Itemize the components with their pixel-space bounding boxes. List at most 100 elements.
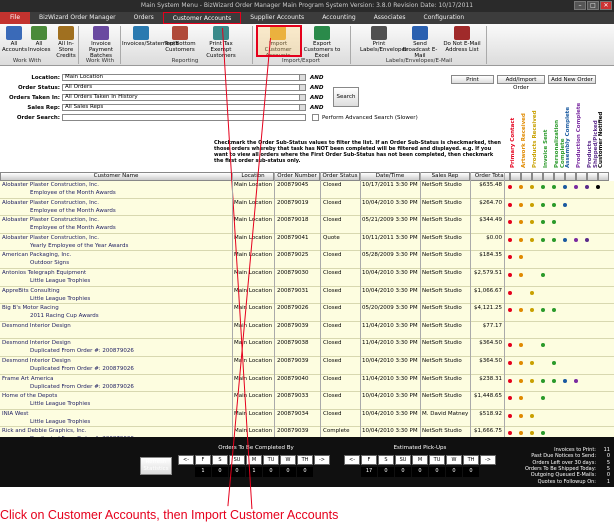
close-icon[interactable]: ✕ (600, 1, 612, 10)
menu-customer-accounts[interactable]: Customer Accounts (162, 12, 242, 24)
table-row[interactable]: Desmond Interior Design Main Location 2008… (0, 321, 614, 340)
day-button[interactable]: S (378, 455, 394, 465)
minimize-icon[interactable]: – (574, 1, 586, 10)
substatus-checkbox[interactable] (598, 172, 609, 181)
invoice-payment-batches-button[interactable]: Invoice Payment Batches (82, 26, 120, 59)
column-header-order-status[interactable]: Order Status (320, 172, 360, 181)
table-row[interactable]: Big B's Motor Racing 2011 Racing Cup Awar… (0, 304, 614, 322)
table-row[interactable]: Frame Art America Duplicated From Order #… (0, 374, 614, 393)
substatus-header[interactable]: Assembly Complete (565, 96, 571, 168)
table-row[interactable]: Alobaster Plaster Construction, Inc. Empl… (0, 198, 614, 217)
substatus-dot (585, 237, 589, 242)
all-invoices-button[interactable]: All Invoices (28, 26, 51, 53)
substatus-checkbox[interactable] (510, 172, 521, 181)
table-row[interactable]: Desmond Interior Design Duplicated From O… (0, 339, 614, 357)
cell-status: Closed (323, 252, 342, 259)
substatus-dot (519, 308, 523, 313)
substatus-header[interactable]: Production Complete (576, 96, 582, 168)
table-row[interactable]: INIA West Little League Trophies Main Loca… (0, 409, 614, 428)
day-button[interactable]: TU (263, 455, 279, 465)
add-new-order-button[interactable]: Add New Order (548, 75, 596, 84)
substatus-header[interactable]: Customer Notified (598, 96, 604, 168)
table-row[interactable]: Alobaster Plaster Construction, Inc. Empl… (0, 216, 614, 234)
print-labels-envelopes-button[interactable]: Print Labels/Envelopes (360, 26, 408, 53)
send-broadcast-e-mail-button[interactable]: Send Broadcast E-Mail (402, 26, 438, 59)
day-button[interactable]: S (212, 455, 228, 465)
print-button[interactable]: Print (451, 75, 494, 84)
invoices-statements-button[interactable]: Invoices/Statements (122, 26, 178, 47)
order-search-input[interactable] (62, 114, 306, 121)
table-row[interactable]: Rick and Debbie Graphics, Inc.Duplicated… (0, 427, 614, 437)
top-bottom-customers-button[interactable]: Top/Bottom Customers (162, 26, 198, 53)
day-button[interactable]: M (412, 455, 428, 465)
cell-rep: NetSoft Studio (422, 252, 462, 259)
column-header-sales-rep[interactable]: Sales Rep (420, 172, 470, 181)
day-button[interactable]: W (446, 455, 462, 465)
completed-title: Orders To Be Completed By (218, 445, 294, 451)
menu-file[interactable]: File (0, 12, 31, 24)
menu-supplier-accounts[interactable]: Supplier Accounts (241, 12, 313, 24)
add-import-order-button[interactable]: Add/Import Order (497, 75, 545, 91)
table-row[interactable]: Alobaster Plaster Construction, Inc. Year… (0, 233, 614, 252)
stat-value: 5 (606, 459, 610, 466)
ribbon-button-label: All Accounts (2, 41, 28, 53)
day-button[interactable]: TH (463, 455, 479, 465)
substatus-checkbox[interactable] (543, 172, 554, 181)
sales-rep-select[interactable]: All Sales Reps (62, 104, 306, 111)
substatus-checkbox[interactable] (587, 172, 598, 181)
substatus-header[interactable]: Products Received (532, 96, 538, 168)
substatus-header[interactable]: Artwork Received (521, 96, 527, 168)
cell-total: $238.31 (479, 375, 502, 382)
column-header-location[interactable]: Location (232, 172, 274, 181)
day-button[interactable]: -> (480, 455, 496, 465)
cell-num: 200879038 (277, 340, 309, 347)
column-header-order-number[interactable]: Order Number (274, 172, 320, 181)
column-header-date-time[interactable]: Date/Time (360, 172, 420, 181)
advanced-search-checkbox[interactable] (312, 114, 319, 121)
order-status-select[interactable]: All Orders (62, 84, 306, 91)
menu-bizwizard-order-manager[interactable]: BizWizard Order Manager (30, 12, 125, 24)
menu-configuration[interactable]: Configuration (415, 12, 474, 24)
substatus-header[interactable]: Invoice Sent (543, 96, 549, 168)
day-button[interactable]: SU (395, 455, 411, 465)
day-button[interactable]: <- (178, 455, 194, 465)
do-not-e-mail-address-list-button[interactable]: Do Not E-Mail Address List (440, 26, 484, 53)
day-button[interactable]: -> (314, 455, 330, 465)
table-row[interactable]: Home of the Depots Little League Trophies… (0, 392, 614, 410)
instruction-caption: Click on Customer Accounts, then Import … (0, 508, 339, 522)
menu-orders[interactable]: Orders (125, 12, 163, 24)
all-accounts-button[interactable]: All Accounts (2, 26, 28, 53)
table-row[interactable]: American Packaging, Inc. Outdoor Signs Mai… (0, 251, 614, 269)
print-tax-exempt-customers-button[interactable]: Print Tax Exempt Customers (200, 26, 242, 59)
table-row[interactable]: Desmond Interior Design Duplicated From O… (0, 356, 614, 375)
day-button[interactable]: TH (297, 455, 313, 465)
search-button[interactable]: Search (333, 87, 359, 107)
table-row[interactable]: Alobaster Plaster Construction, Inc. Empl… (0, 181, 614, 199)
substatus-checkbox[interactable] (565, 172, 576, 181)
day-button[interactable]: F (361, 455, 377, 465)
substatus-dot (541, 396, 545, 401)
substatus-checkbox[interactable] (554, 172, 565, 181)
substatus-checkbox[interactable] (521, 172, 532, 181)
cell-loc: Main Location (234, 252, 273, 259)
all-in-store-credits-button[interactable]: All In-Store Credits (52, 26, 80, 59)
substatus-header[interactable]: Primary Contact (510, 96, 516, 168)
day-button[interactable]: <- (344, 455, 360, 465)
table-row[interactable]: AppreBits Consulting Little League Trophi… (0, 286, 614, 305)
day-button[interactable]: F (195, 455, 211, 465)
export-customers-to-excel-button[interactable]: Export Customers to Excel (300, 26, 344, 59)
customer-name: Alobaster Plaster Construction, Inc. (2, 217, 99, 224)
menu-associates[interactable]: Associates (365, 12, 415, 24)
substatus-checkbox[interactable] (576, 172, 587, 181)
batches-icon (93, 26, 109, 40)
day-button[interactable]: TU (429, 455, 445, 465)
refresh-statistics-button[interactable]: Refresh Statistics (140, 457, 172, 475)
maximize-icon[interactable]: □ (587, 1, 599, 10)
orders-taken-select[interactable]: All Orders Taken In History (62, 94, 306, 101)
table-row[interactable]: Antonios Telegraph Equipment Little Leagu… (0, 268, 614, 287)
menu-accounting[interactable]: Accounting (313, 12, 365, 24)
substatus-checkbox[interactable] (532, 172, 543, 181)
location-select[interactable]: Main Location (62, 74, 306, 81)
day-button[interactable]: W (280, 455, 296, 465)
column-header-customer-name[interactable]: Customer Name (0, 172, 232, 181)
